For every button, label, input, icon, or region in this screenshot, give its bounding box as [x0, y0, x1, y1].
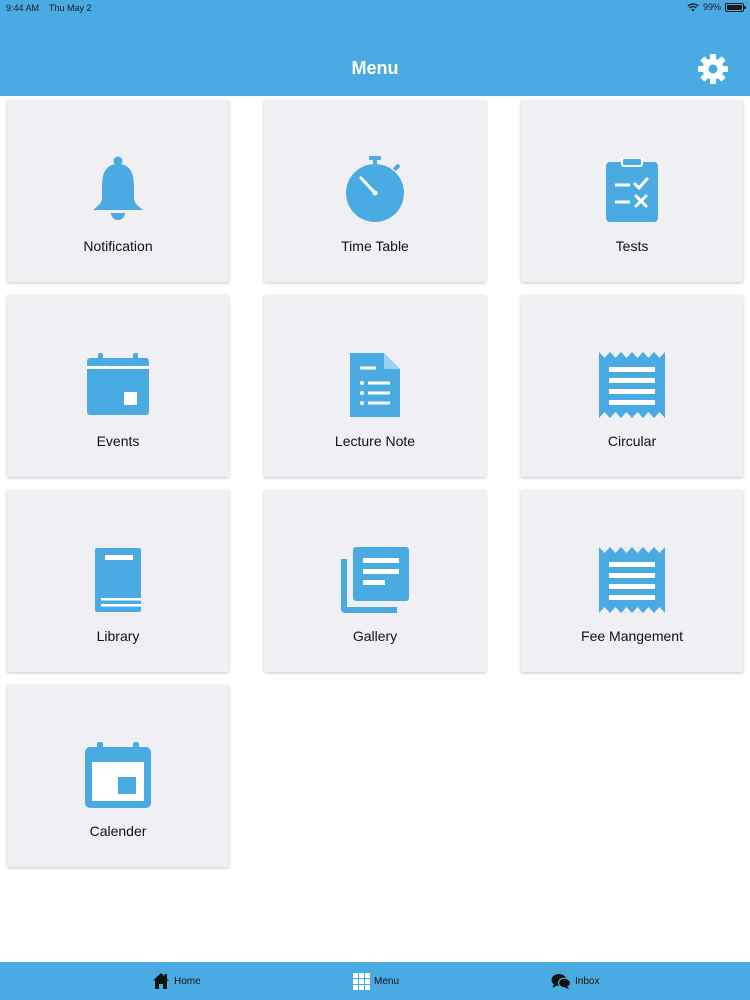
- menu-tile-tests[interactable]: Tests: [521, 100, 743, 282]
- status-date: Thu May 2: [49, 3, 92, 13]
- tile-icon-wrap: [264, 351, 486, 419]
- menu-tile-circular[interactable]: Circular: [521, 295, 743, 477]
- tile-icon-wrap: [264, 156, 486, 224]
- tile-icon-wrap: [264, 546, 486, 614]
- battery-level: [727, 4, 742, 10]
- menu-tile-notification[interactable]: Notification: [7, 100, 229, 282]
- menu-tile-calender[interactable]: Calender: [7, 685, 229, 867]
- page-title: Menu: [351, 58, 399, 78]
- tab-label: Menu: [374, 975, 400, 987]
- receipt-icon: [599, 352, 665, 418]
- settings-button[interactable]: [697, 53, 729, 85]
- tile-label: Lecture Note: [334, 433, 416, 449]
- grid-icon: [353, 972, 370, 990]
- tile-label: Tests: [615, 238, 649, 254]
- tile-label: Calender: [89, 823, 147, 839]
- tile-label: Notification: [83, 238, 153, 254]
- menu-tile-library[interactable]: Library: [7, 490, 229, 672]
- stopwatch-icon: [346, 156, 404, 222]
- menu-tile-events[interactable]: Events: [7, 295, 229, 477]
- header: 9:44 AM Thu May 2 99% Menu: [0, 0, 750, 96]
- status-bar: 9:44 AM Thu May 2 99%: [0, 0, 750, 16]
- tile-icon-wrap: [7, 546, 229, 614]
- status-time: 9:44 AM: [6, 3, 40, 13]
- tile-label: Events: [96, 433, 140, 449]
- tile-label: Time Table: [341, 238, 409, 254]
- tab-label: Home: [174, 975, 201, 987]
- tile-icon-wrap: [521, 546, 743, 614]
- menu-tile-gallery[interactable]: Gallery: [264, 490, 486, 672]
- clipboard-checklist-icon: [606, 158, 658, 222]
- tile-icon-wrap: [7, 351, 229, 419]
- wifi-icon: [687, 2, 699, 11]
- menu-tile-time-table[interactable]: Time Table: [264, 100, 486, 282]
- tile-label: Library: [96, 628, 140, 644]
- document-list-icon: [350, 353, 400, 417]
- battery-percent: 99%: [702, 2, 721, 12]
- chat-bubbles-icon: [551, 973, 571, 989]
- receipt-icon: [599, 547, 665, 613]
- menu-tile-lecture-note[interactable]: Lecture Note: [264, 295, 486, 477]
- tab-bar: Home Menu Inbox: [0, 962, 750, 1000]
- bell-icon: [93, 156, 143, 220]
- tab-home[interactable]: Home: [152, 962, 201, 1000]
- tile-icon-wrap: [521, 156, 743, 224]
- tab-inbox[interactable]: Inbox: [551, 962, 599, 1000]
- tile-icon-wrap: [521, 351, 743, 419]
- tab-label: Inbox: [575, 975, 600, 987]
- tile-icon-wrap: [7, 741, 229, 809]
- calendar-icon: [87, 353, 149, 415]
- tile-label: Fee Mangement: [581, 628, 683, 644]
- battery-icon: [725, 2, 746, 12]
- status-right: 99%: [687, 2, 746, 12]
- home-icon: [153, 973, 169, 989]
- tile-label: Gallery: [352, 628, 398, 644]
- stacked-pages-icon: [341, 547, 409, 613]
- tab-menu[interactable]: Menu: [353, 962, 399, 1000]
- gear-icon: [698, 54, 728, 84]
- calendar-icon: [85, 742, 151, 808]
- tile-icon-wrap: [7, 156, 229, 224]
- menu-tile-fee-mangement[interactable]: Fee Mangement: [521, 490, 743, 672]
- book-icon: [95, 548, 141, 612]
- tile-label: Circular: [607, 433, 657, 449]
